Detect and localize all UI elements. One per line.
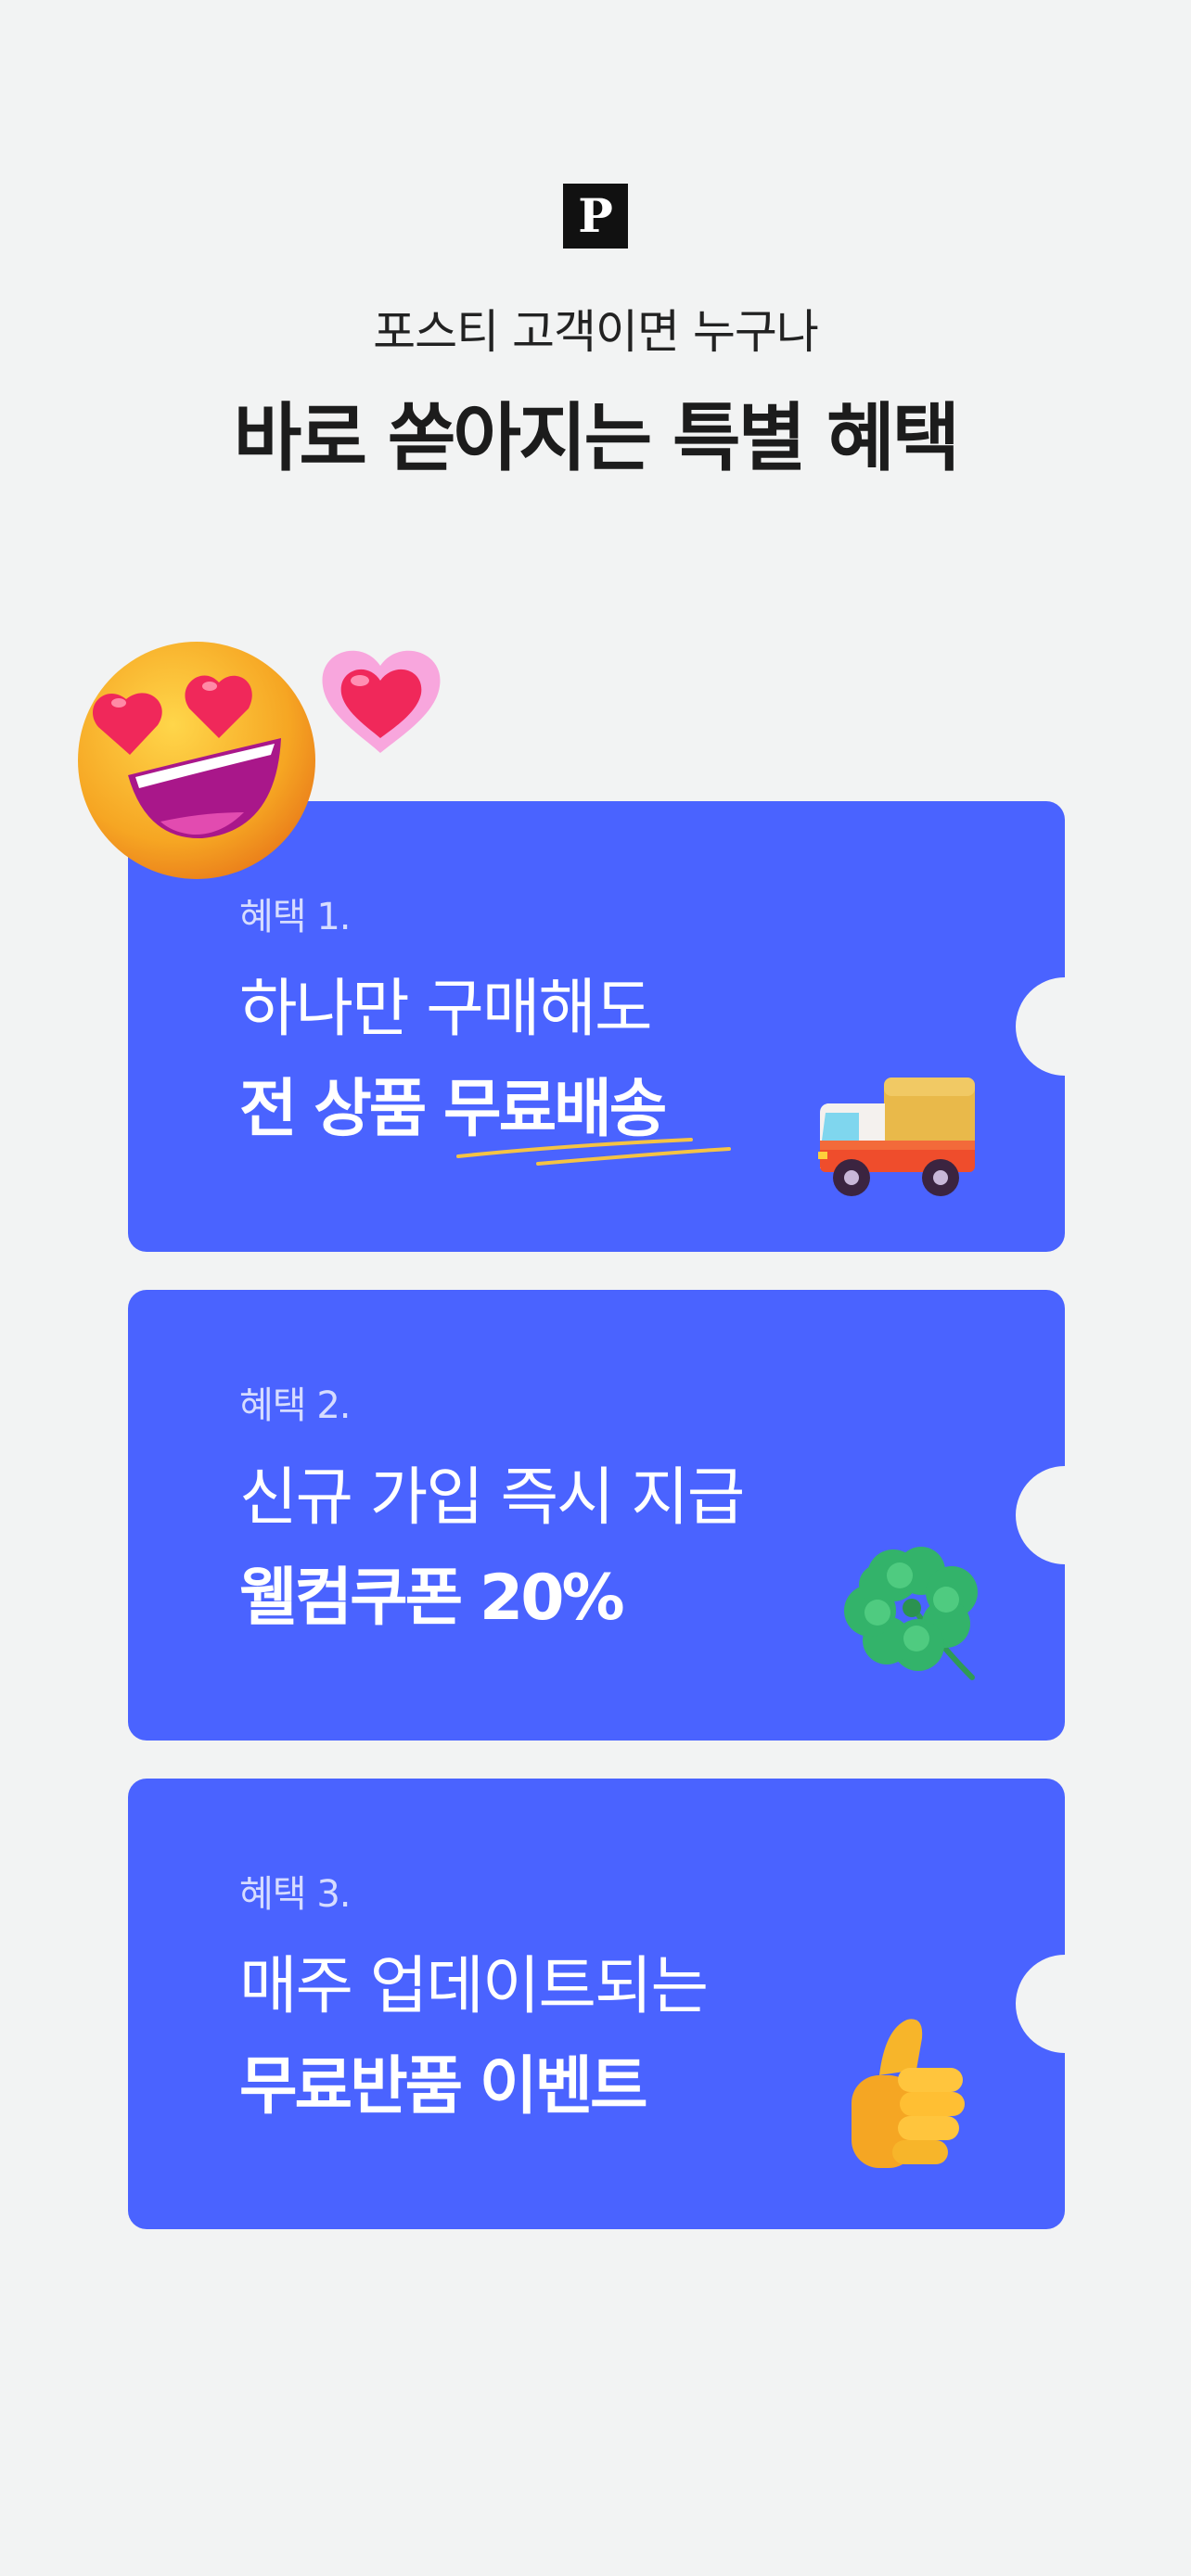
- benefit-tag: 혜택 2.: [239, 1384, 351, 1427]
- benefit-tag: 혜택 1.: [239, 896, 351, 938]
- delivery-truck-icon: [818, 1078, 975, 1196]
- posty-logo: P: [563, 184, 628, 249]
- benefit-description: 매주 업데이트되는: [239, 1950, 709, 2023]
- benefit-card-3: 혜택 3. 매주 업데이트되는 무료반품 이벤트: [128, 1779, 1065, 2229]
- page-title: 바로 쏟아지는 특별 혜택: [233, 395, 961, 481]
- page-subtitle: 포스티 고객이면 누구나: [373, 305, 819, 359]
- logo-letter: P: [578, 188, 613, 243]
- heart-eyes-face-icon: [78, 642, 315, 879]
- ticket-notch: [1016, 977, 1065, 1076]
- thumbs-up-icon: [852, 2019, 965, 2168]
- benefit-highlight: 웰컴쿠폰 20%: [239, 1562, 625, 1635]
- benefit-highlight: 무료반품 이벤트: [239, 2050, 648, 2123]
- benefit-card-2: 혜택 2. 신규 가입 즉시 지급 웰컴쿠폰 20%: [128, 1290, 1065, 1741]
- benefit-description: 신규 가입 즉시 지급: [239, 1461, 745, 1535]
- ticket-notch: [1016, 1466, 1065, 1564]
- four-leaf-clover-icon: [844, 1547, 978, 1680]
- highlight-underline: [456, 1138, 731, 1166]
- pink-heart-icon: [322, 650, 441, 753]
- benefit-description: 하나만 구매해도: [239, 973, 653, 1046]
- benefit-tag: 혜택 3.: [239, 1873, 351, 1916]
- benefits-page: P 포스티 고객이면 누구나 바로 쏟아지는 특별 혜택 혜택 1. 하나만 구…: [0, 0, 1191, 2576]
- ticket-notch: [1016, 1955, 1065, 2053]
